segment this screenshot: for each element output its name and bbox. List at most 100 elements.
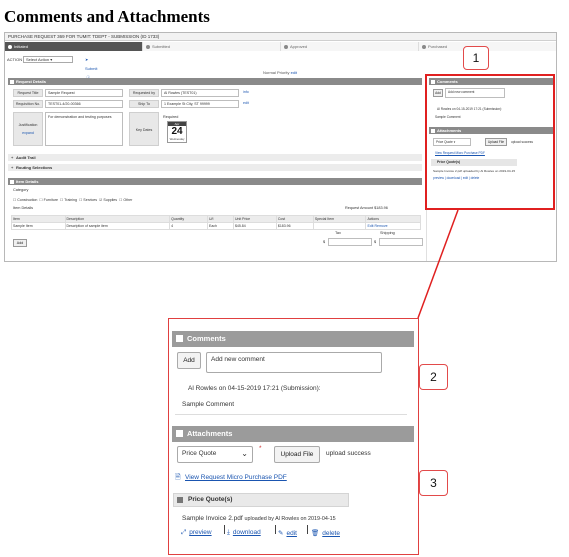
required-asterisk: * <box>259 445 262 452</box>
ship-to-edit-link[interactable]: edit <box>243 101 249 105</box>
row-remove-link[interactable]: Remove <box>374 224 387 228</box>
attachment-uploaded-by: uploaded by Al Rowles on 2019-04-15 <box>244 516 336 522</box>
col-description: Description <box>64 215 171 223</box>
shipping-label: Shipping <box>380 231 395 235</box>
table-header-row: Item Description Quantity U/I Unit Price… <box>11 215 421 223</box>
step-dot-icon <box>422 44 426 49</box>
shipping-currency: $ <box>374 240 377 244</box>
callout-1: 1 <box>463 46 489 70</box>
expand-icon: ⤢ <box>181 529 187 536</box>
action-separator <box>275 525 276 534</box>
delete-link[interactable]: 🗑 delete <box>311 529 340 537</box>
requested-by-label: Requested by <box>129 89 159 97</box>
pdf-file-icon: 🗎 <box>175 474 181 481</box>
request-details-header[interactable]: Request Details <box>8 78 422 85</box>
required-date-calendar: Apr 24 Wednesday <box>167 121 187 143</box>
audit-trail-header[interactable]: Audit Trail <box>8 154 422 161</box>
edit-link[interactable]: ✎ edit <box>278 529 297 537</box>
collapse-icon <box>177 497 183 503</box>
action-separator <box>307 525 308 534</box>
justification-expand-link[interactable]: expand <box>14 129 42 137</box>
request-title-label: Request Title <box>13 89 43 97</box>
category-checkboxes: ☐ Construction ☐ Furniture ☐ Training ☐ … <box>13 198 132 202</box>
step-approved: Approved <box>281 42 419 51</box>
shipping-input[interactable] <box>379 238 423 246</box>
col-special-item: Special Item <box>312 215 367 223</box>
col-quantity: Quantity <box>169 215 208 223</box>
items-table: Item Description Quantity U/I Unit Price… <box>11 215 421 230</box>
action-select[interactable]: Select Action ▾ <box>23 56 73 63</box>
upload-file-button[interactable]: Upload File <box>274 446 320 463</box>
request-title-field[interactable]: Sample Request <box>45 89 123 97</box>
add-item-button[interactable]: Add <box>13 239 27 247</box>
checkbox-services[interactable]: ☐ Services <box>79 198 97 202</box>
cell-cost: $183.96 <box>275 222 314 230</box>
collapse-icon <box>176 430 183 437</box>
row-edit-link[interactable]: Edit <box>367 224 373 228</box>
cell-actions: Edit Remove <box>365 222 421 230</box>
attachment-file-row: Sample Invoice 2.pdf uploaded by Al Rowl… <box>182 515 336 522</box>
tax-label: Tax <box>335 231 341 235</box>
view-pdf-link[interactable]: View Request Micro Purchase PDF <box>185 474 287 481</box>
col-ui: U/I <box>206 215 234 223</box>
request-amount: Request Amount $183.96 <box>345 206 388 210</box>
col-cost: Cost <box>275 215 314 223</box>
justification-label: Justification expand <box>13 112 43 146</box>
checkbox-furniture[interactable]: ☐ Furniture <box>39 198 58 202</box>
zoomed-panel: Comments Add Add new comment Al Rowles o… <box>168 318 419 555</box>
download-link[interactable]: ⤓ download <box>227 529 261 537</box>
trash-icon: 🗑 <box>311 530 320 537</box>
col-item: Item <box>11 215 66 223</box>
attachments-header[interactable]: Attachments <box>172 426 414 442</box>
comment-input[interactable]: Add new comment <box>206 352 382 373</box>
price-quotes-subheader[interactable]: Price Quote(s) <box>173 493 349 507</box>
comments-header[interactable]: Comments <box>172 331 414 347</box>
action-label: ACTION <box>7 57 23 62</box>
action-toolbar: ACTION Select Action ▾ ➤ Submit ⓘ <box>7 55 97 80</box>
tax-input[interactable] <box>328 238 372 246</box>
requisition-label: Requisition No. <box>13 100 43 108</box>
category-label: Category <box>13 188 29 192</box>
table-row: Sample Item Description of sample item 4… <box>11 222 421 230</box>
callout-3: 3 <box>419 470 448 496</box>
cell-quantity: 4 <box>169 222 208 230</box>
ship-to-label: Ship To <box>129 100 159 108</box>
cell-unit-price: $45.84 <box>232 222 277 230</box>
item-details-header[interactable]: Item Details <box>8 178 422 185</box>
checkbox-other[interactable]: ☐ Other <box>119 198 132 202</box>
col-actions: Actions <box>365 215 421 223</box>
step-dot-icon <box>284 44 288 49</box>
doc-type-select[interactable]: Price Quote ⌄ <box>177 446 253 463</box>
priority-edit-link[interactable]: edit <box>291 70 297 75</box>
requested-by-field[interactable]: Al Rowles (TEST01) <box>161 89 239 97</box>
requisition-field[interactable]: TEST01-4/20-00366 <box>45 100 123 108</box>
highlight-box <box>425 74 555 210</box>
cell-item: Sample Item <box>11 222 66 230</box>
add-comment-button[interactable]: Add <box>177 352 201 369</box>
ship-to-field[interactable]: 1 Example St City, ST 99999 <box>161 100 239 108</box>
step-dot-icon <box>8 44 12 49</box>
key-dates-label: Key Dates <box>129 112 159 146</box>
cell-ui: Each <box>206 222 234 230</box>
required-label: Required <box>163 115 179 119</box>
pencil-icon: ✎ <box>278 530 284 537</box>
comment-meta: Al Rowles on 04-15-2019 17:21 (Submissio… <box>188 385 321 392</box>
priority-indicator: Normal Priority edit <box>263 70 298 75</box>
checkbox-construction[interactable]: ☐ Construction <box>13 198 37 202</box>
step-submitted: Submitted <box>143 42 281 51</box>
checkbox-supplies[interactable]: ☑ Supplies <box>99 198 117 202</box>
action-separator <box>224 525 225 534</box>
step-dot-icon <box>146 44 150 49</box>
upload-status: upload success <box>326 450 371 457</box>
col-unit-price: Unit Price <box>232 215 277 223</box>
comment-divider <box>175 414 407 415</box>
cell-description: Description of sample item <box>64 222 171 230</box>
justification-field[interactable]: For demonstration and testing purposes <box>45 112 123 146</box>
routing-selections-header[interactable]: Routing Selections <box>8 164 422 171</box>
callout-2: 2 <box>419 364 448 390</box>
requested-by-info-link[interactable]: info <box>243 90 249 94</box>
step-initiated: Initiated <box>5 42 143 51</box>
item-details-label: Item Details <box>13 206 34 210</box>
preview-link[interactable]: ⤢ preview <box>181 529 212 537</box>
checkbox-training[interactable]: ☐ Training <box>60 198 77 202</box>
